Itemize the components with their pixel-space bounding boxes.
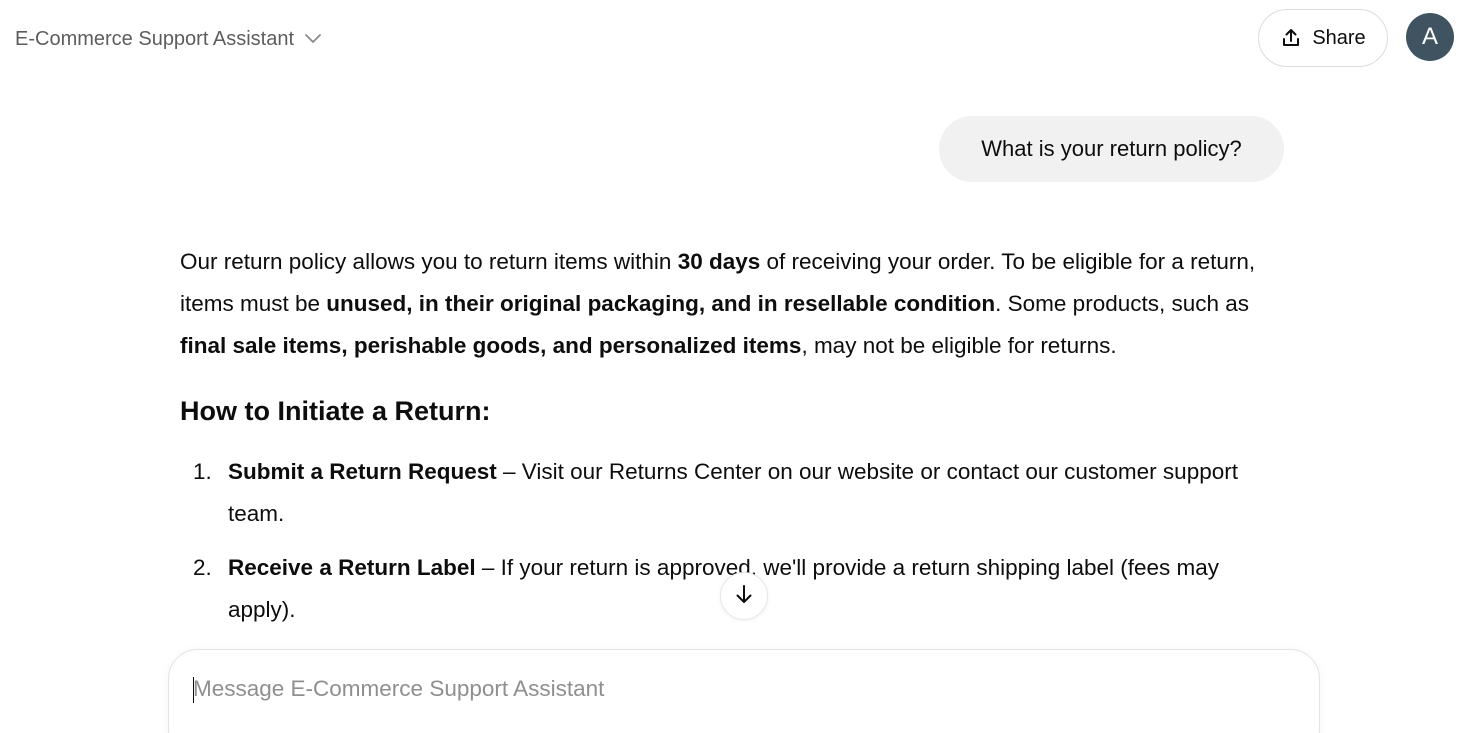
message-composer	[168, 649, 1320, 733]
step-title: Receive a Return Label	[228, 555, 476, 580]
avatar[interactable]: A	[1406, 13, 1454, 61]
section-heading: How to Initiate a Return:	[180, 396, 491, 426]
answer-text-3: . Some products, such as	[995, 291, 1250, 316]
answer-text-1: Our return policy allows you to return i…	[180, 249, 678, 274]
answer-bold-2: unused, in their original packaging, and…	[326, 291, 996, 316]
model-selector[interactable]: E-Commerce Support Assistant	[15, 24, 322, 54]
message-input[interactable]	[193, 670, 1293, 708]
answer-bold-1: 30 days	[677, 249, 761, 274]
step-title: Submit a Return Request	[228, 459, 497, 484]
assistant-paragraph: Our return policy allows you to return i…	[180, 241, 1280, 367]
scroll-to-bottom-button[interactable]	[720, 572, 768, 620]
user-message-bubble: What is your return policy?	[939, 116, 1284, 182]
top-bar: E-Commerce Support Assistant Share A	[0, 0, 1468, 78]
list-number: 1.	[193, 459, 212, 484]
share-label: Share	[1312, 26, 1366, 49]
chat-page: E-Commerce Support Assistant Share A Wha…	[0, 0, 1468, 733]
answer-text-4: , may not be eligible for returns.	[801, 333, 1117, 358]
chevron-down-icon	[304, 30, 322, 48]
list-item: 1. Submit a Return Request – Visit our R…	[180, 451, 1280, 535]
list-number: 2.	[193, 555, 212, 580]
text-caret	[193, 677, 194, 703]
share-button[interactable]: Share	[1258, 9, 1388, 67]
assistant-title: E-Commerce Support Assistant	[15, 27, 294, 50]
answer-bold-3: final sale items, perishable goods, and …	[180, 333, 802, 358]
arrow-down-icon	[733, 583, 755, 610]
upload-icon	[1280, 27, 1302, 49]
